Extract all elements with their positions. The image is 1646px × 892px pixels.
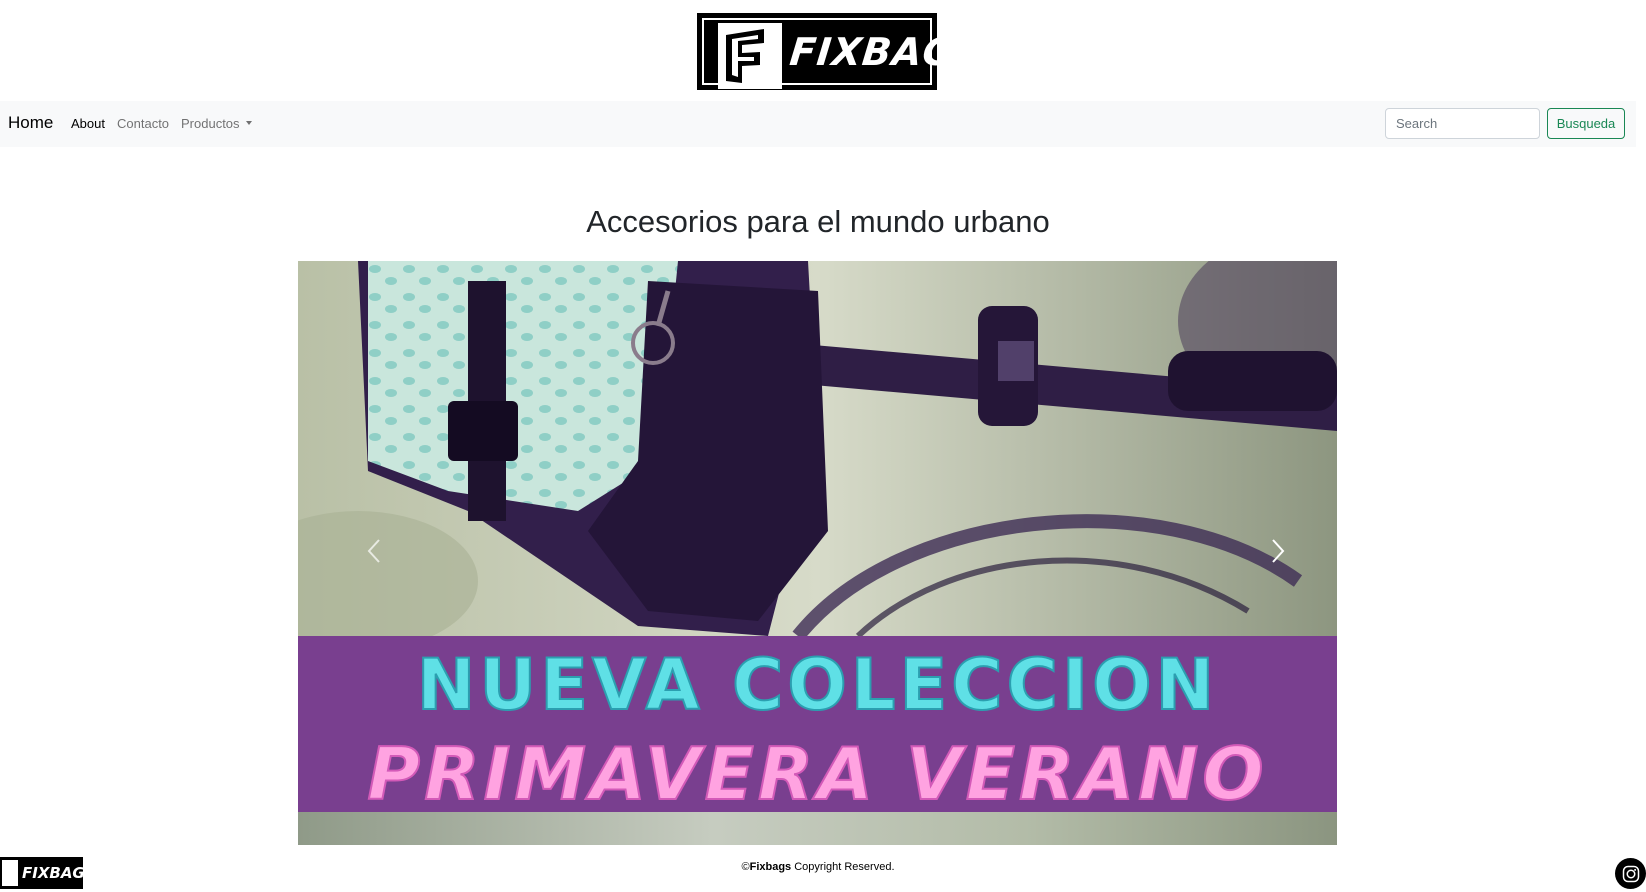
hero-carousel: NUEVA COLECCION PRIMAVERA VERANO (298, 261, 1337, 845)
carousel-photo-bottom (298, 812, 1337, 845)
page-title: Accesorios para el mundo urbano (586, 204, 1050, 239)
caret-down-icon (245, 120, 252, 125)
search-button[interactable]: Busqueda (1547, 108, 1625, 139)
navbar: Home About Contacto Productos Busqueda (0, 101, 1636, 147)
chevron-left-icon (367, 539, 380, 563)
logo-f-mark-icon (718, 23, 782, 89)
search-input[interactable] (1385, 108, 1540, 139)
banner-headline: NUEVA COLECCION (416, 643, 1219, 727)
nav-item-productos-label: Productos (181, 116, 240, 131)
carousel-next-button[interactable] (1258, 531, 1298, 571)
logo-frame: FIXBAGS (702, 18, 986, 89)
copyright-symbol: © (741, 861, 750, 873)
chevron-right-icon (1272, 539, 1285, 563)
instagram-link[interactable] (1615, 858, 1646, 889)
copyright-brand: Fixbags (749, 861, 792, 873)
instagram-icon (1622, 865, 1639, 882)
banner-subheadline: PRIMAVERA VERANO (366, 731, 1268, 817)
nav-brand-home[interactable]: Home (8, 113, 53, 133)
carousel-photo (298, 261, 1337, 636)
footer-copyright: ©Fixbags Copyright Reserved. (0, 861, 1636, 873)
carousel-prev-button[interactable] (354, 531, 394, 571)
header-logo[interactable]: FIXBAGS (697, 13, 986, 90)
nav-item-productos[interactable]: Productos (181, 116, 252, 131)
nav-item-about[interactable]: About (71, 116, 105, 131)
nav-item-contacto[interactable]: Contacto (117, 116, 169, 131)
copyright-text: Copyright Reserved. (791, 861, 895, 873)
promo-banner: NUEVA COLECCION PRIMAVERA VERANO (298, 636, 1337, 817)
logo-text: FIXBAGS (787, 30, 986, 74)
